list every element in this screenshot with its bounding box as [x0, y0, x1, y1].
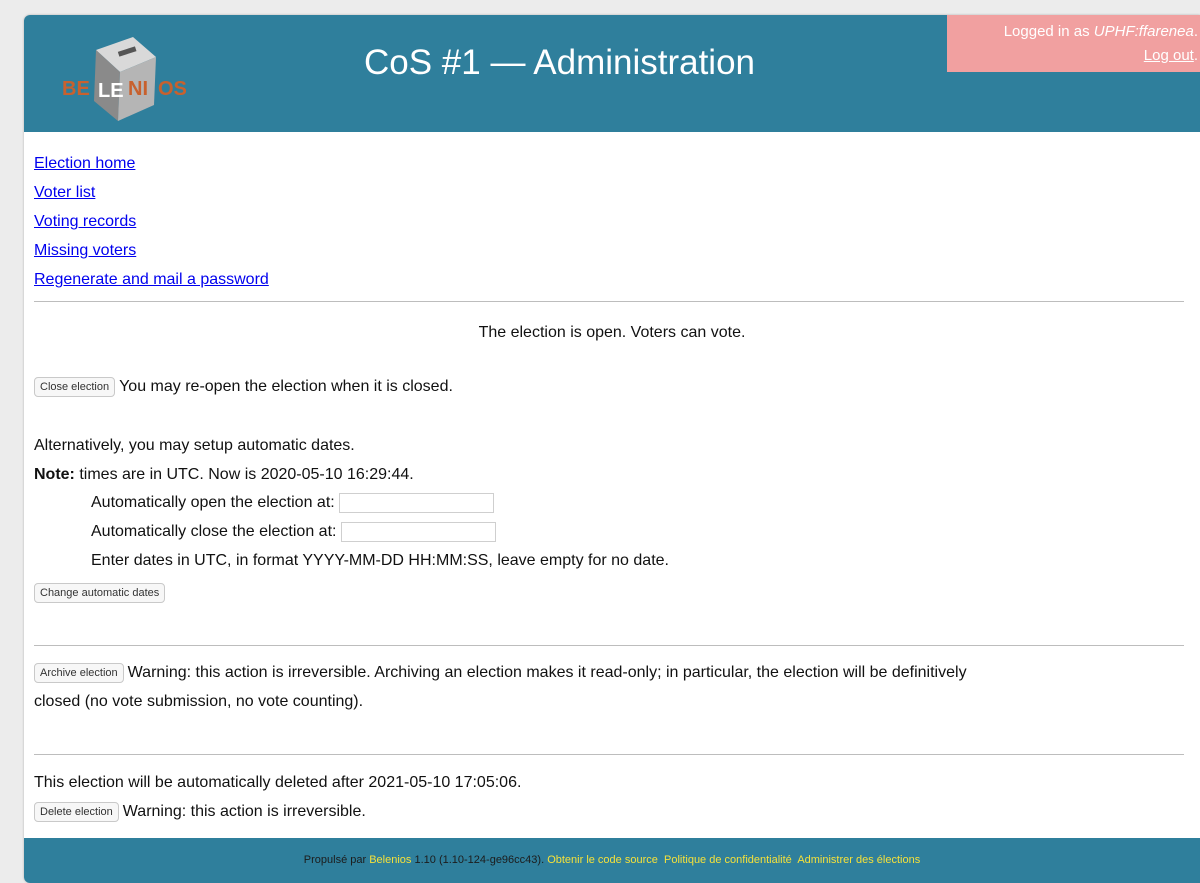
svg-text:NI: NI [128, 78, 148, 100]
archive-row: Archive election Warning: this action is … [34, 663, 967, 683]
nav-regenerate-password[interactable]: Regenerate and mail a password [34, 265, 269, 294]
svg-text:OS: OS [158, 78, 187, 100]
nav-voting-records[interactable]: Voting records [34, 207, 269, 236]
login-status: Logged in as UPHF:ffarenea. Log out. [947, 15, 1200, 72]
change-dates-row: Change automatic dates [34, 583, 169, 603]
archive-election-button[interactable]: Archive election [34, 663, 124, 683]
delete-warning: Warning: this action is irreversible. [122, 803, 366, 821]
belenios-logo: BE LE NI OS [62, 37, 187, 121]
punct: . [1193, 23, 1198, 40]
page-footer: Propulsé par Belenios 1.10 (1.10-124-ge9… [24, 838, 1200, 883]
open-date-row: Automatically open the election at: [91, 493, 495, 513]
open-date-input[interactable] [339, 493, 495, 513]
divider [34, 301, 1184, 302]
svg-text:BE: BE [62, 78, 90, 100]
archive-warning-cont: closed (no vote submission, no vote coun… [34, 693, 364, 710]
note-label: Note: [34, 466, 75, 483]
nav-missing-voters[interactable]: Missing voters [34, 236, 269, 265]
punct: . [1193, 47, 1198, 64]
open-date-label: Automatically open the election at: [91, 494, 335, 512]
page-title: CoS #1 — Administration [364, 43, 756, 82]
nav-voter-list[interactable]: Voter list [34, 178, 269, 207]
nav-election-home[interactable]: Election home [34, 149, 269, 178]
logout-link[interactable]: Log out [1144, 47, 1194, 64]
divider [34, 645, 1184, 646]
app-window: BE LE NI OS CoS #1 — Administration Logg… [24, 15, 1200, 883]
privacy-link[interactable]: Politique de confidentialité [664, 854, 792, 866]
source-code-link[interactable]: Obtenir le code source [547, 854, 658, 866]
svg-text:LE: LE [98, 80, 124, 102]
date-format-hint: Enter dates in UTC, in format YYYY-MM-DD… [91, 552, 669, 569]
delete-election-button[interactable]: Delete election [34, 802, 119, 822]
note-text: times are in UTC. Now is 2020-05-10 16:2… [74, 466, 414, 483]
belenios-link[interactable]: Belenios [369, 854, 411, 866]
username: UPHF:ffarenea [1093, 23, 1194, 40]
page-header: BE LE NI OS CoS #1 — Administration Logg… [24, 15, 1200, 132]
close-row: Close election You may re-open the electi… [34, 377, 453, 397]
close-election-button[interactable]: Close election [34, 377, 116, 397]
archive-warning: Warning: this action is irreversible. Ar… [127, 664, 967, 682]
footer-version: 1.10 (1.10-124-ge96cc43). [411, 854, 548, 866]
divider [34, 754, 1184, 755]
delete-row: Delete election Warning: this action is i… [34, 802, 366, 822]
admin-nav: Election home Voter list Voting records … [34, 149, 269, 294]
close-date-label: Automatically close the election at: [91, 523, 337, 541]
logged-in-label: Logged in as [1003, 23, 1094, 40]
utc-note: Note: times are in UTC. Now is 2020-05-1… [34, 466, 414, 484]
change-dates-button[interactable]: Change automatic dates [34, 583, 166, 603]
dates-intro: Alternatively, you may setup automatic d… [34, 437, 355, 454]
footer-powered-by: Propulsé par [303, 854, 370, 866]
close-date-input[interactable] [340, 522, 496, 542]
deletion-date: This election will be automatically dele… [34, 774, 522, 791]
election-status: The election is open. Voters can vote. [478, 324, 746, 341]
close-date-row: Automatically close the election at: [91, 522, 496, 542]
close-hint: You may re-open the election when it is … [119, 378, 453, 396]
admin-elections-link[interactable]: Administrer des élections [797, 854, 920, 866]
